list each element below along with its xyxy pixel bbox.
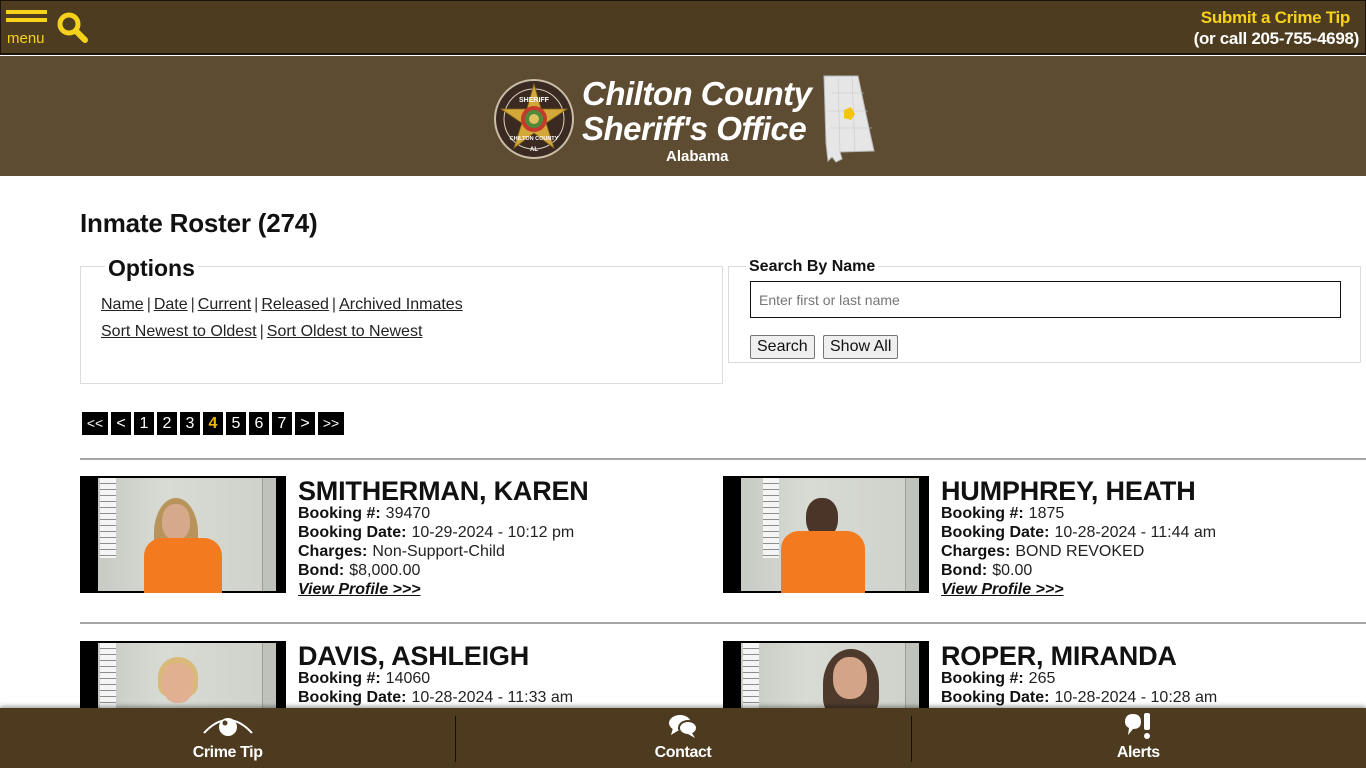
nav-crime-tip-label: Crime Tip [192,744,263,761]
sort-newest-link[interactable]: Sort Newest to Oldest [101,323,257,340]
next-page-button[interactable]: > [295,412,315,435]
sort-links: Sort Newest to Oldest | Sort Oldest to New… [101,323,422,341]
filter-date-link[interactable]: Date [154,296,188,313]
nav-crime-tip[interactable]: Crime Tip [0,708,455,768]
charges: Charges: BOND REVOKED [941,543,1145,560]
menu-button[interactable]: menu [6,10,48,50]
page-7-button[interactable]: 7 [272,412,292,435]
filter-released-link[interactable]: Released [261,296,329,313]
page-3-button[interactable]: 3 [180,412,200,435]
inmate-card: HUMPHREY, HEATH Booking #: 1875 Booking D… [723,476,1343,601]
site-subtitle-state: Alabama [666,148,729,165]
separator: | [146,296,151,313]
charges: Charges: Non-Support-Child [298,543,505,560]
menu-label: menu [7,30,45,47]
name-search-input[interactable] [750,281,1341,318]
options-panel: Options Name | Date | Current | Released | Archi… [80,255,723,384]
page-1-button[interactable]: 1 [134,412,154,435]
first-page-button[interactable]: << [82,412,108,435]
pagination: << < 1 2 3 4 5 6 7 > >> [82,412,344,435]
nav-contact[interactable]: Contact [455,708,910,768]
booking-number: Booking #: 265 [941,670,1056,687]
booking-number: Booking #: 1875 [941,505,1065,522]
hamburger-icon [6,10,47,14]
inmate-name: ROPER, MIRANDA [941,641,1177,671]
page-title: Inmate Roster (274) [80,208,318,238]
crime-tip-title: Submit a Crime Tip [1200,8,1351,27]
submit-crime-tip-link[interactable]: Submit a Crime Tip (or call 205-755-4698… [1193,7,1360,49]
separator: | [259,323,264,340]
inmate-name: SMITHERMAN, KAREN [298,476,589,506]
crime-tip-phone: (or call 205-755-4698) [1193,29,1360,48]
nav-alerts[interactable]: Alerts [910,708,1366,768]
badge-text-al: AL [530,147,538,153]
view-profile-link[interactable]: View Profile >>> [298,580,421,599]
booking-date: Booking Date: 10-29-2024 - 10:12 pm [298,524,575,541]
site-title-line2: Sheriff's Office [582,110,807,147]
page-5-button[interactable]: 5 [226,412,246,435]
site-title[interactable]: Chilton County Sheriff's Office Alabama [582,75,822,165]
site-title-line1: Chilton County [582,75,812,112]
booking-number: Booking #: 14060 [298,670,431,687]
alert-bubble-icon [1125,713,1151,739]
search-button[interactable]: Search [750,335,815,359]
booking-number: Booking #: 39470 [298,505,431,522]
inmate-name: DAVIS, ASHLEIGH [298,641,530,671]
sort-oldest-link[interactable]: Sort Oldest to Newest [267,323,423,340]
top-bar: menu Submit a Crime Tip (or call 205-755… [0,0,1366,55]
view-profile-link[interactable]: View Profile >>> [941,580,1064,599]
filter-links: Name | Date | Current | Released | Archived Inma… [101,296,463,314]
booking-date: Booking Date: 10-28-2024 - 11:33 am [298,689,574,706]
inmate-name: HUMPHREY, HEATH [941,476,1196,506]
sheriff-badge-logo[interactable]: SHERIFF CHILTON COUNTY AL [493,78,575,160]
separator: | [190,296,195,313]
inmate-photo[interactable] [723,476,929,593]
search-legend: Search By Name [746,258,879,276]
booking-date: Booking Date: 10-28-2024 - 10:28 am [941,689,1218,706]
inmate-card: SMITHERMAN, KAREN Booking #: 39470 Bookin… [80,476,700,601]
divider [80,458,1366,460]
bond: Bond: $8,000.00 [298,562,421,579]
last-page-button[interactable]: >> [318,412,344,435]
show-all-button[interactable]: Show All [823,335,899,359]
prev-page-button[interactable]: < [111,412,131,435]
nav-contact-label: Contact [654,744,712,761]
page-6-button[interactable]: 6 [249,412,269,435]
filter-archived-link[interactable]: Archived Inmates [339,296,463,313]
chat-bubbles-icon [668,715,698,738]
separator: | [254,296,259,313]
bottom-nav: Crime Tip Contact Alerts [0,708,1366,768]
filter-name-link[interactable]: Name [101,296,144,313]
alabama-map-icon [823,75,875,163]
page-2-button[interactable]: 2 [157,412,177,435]
divider [80,622,1366,624]
search-panel: Search By Name Search Show All [728,258,1361,363]
search-icon [57,12,88,43]
separator: | [331,296,337,313]
inmate-photo[interactable] [80,476,286,593]
eye-icon [202,718,253,736]
bond: Bond: $0.00 [941,562,1033,579]
badge-text-top: SHERIFF [519,97,550,104]
page-4-button-current[interactable]: 4 [203,412,223,435]
options-legend: Options [105,255,198,282]
search-toggle-button[interactable] [56,11,90,45]
nav-alerts-label: Alerts [1116,744,1160,761]
hamburger-icon-line [6,18,47,22]
badge-text-bottom: CHILTON COUNTY [510,136,559,142]
booking-date: Booking Date: 10-28-2024 - 11:44 am [941,524,1217,541]
filter-current-link[interactable]: Current [198,296,251,313]
